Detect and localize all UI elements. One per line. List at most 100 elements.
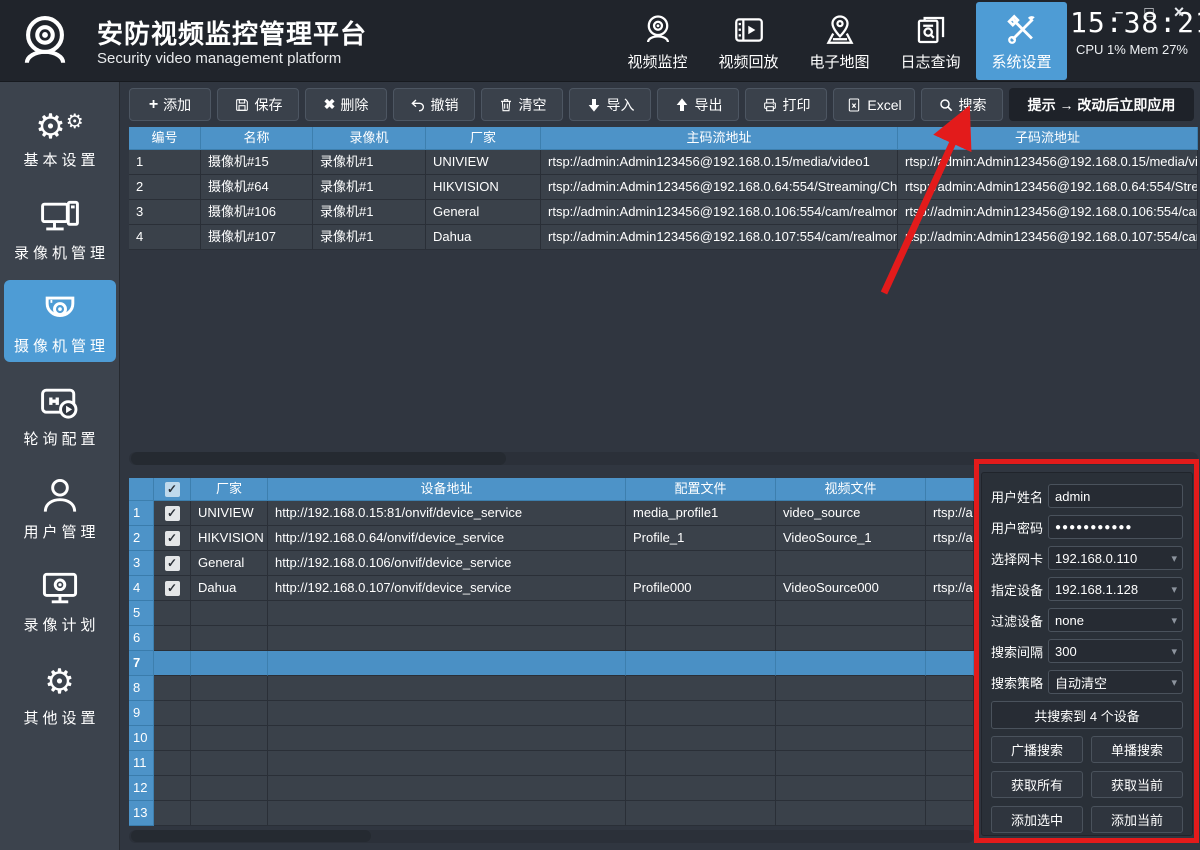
column-header: 设备地址 (268, 478, 626, 501)
field-select[interactable]: 192.168.1.128▾ (1048, 577, 1183, 601)
cell: VideoSource000 (776, 576, 926, 601)
close-button[interactable]: × (1164, 2, 1194, 22)
sidebar-item-label: 录像机管理 (10, 242, 109, 263)
toolbar-button-label: 删除 (340, 95, 368, 115)
toolbar-button-5[interactable]: 清空 (481, 88, 563, 121)
field-input[interactable]: admin (1048, 484, 1183, 508)
device-table-header: ✓厂家设备地址配置文件视频文件 (129, 478, 974, 501)
panel-button-row-2: 获取所有获取当前 (991, 771, 1183, 798)
chevron-down-icon: ▾ (1171, 614, 1177, 627)
table-row[interactable]: 2摄像机#64录像机#1HIKVISIONrtsp://admin:Admin1… (129, 175, 1198, 200)
cell: http://192.168.0.106/onvif/device_servic… (268, 551, 626, 576)
sidebar-item-4[interactable]: 轮询配置 (4, 373, 116, 455)
panel-button[interactable]: 添加选中 (991, 806, 1083, 833)
row-checkbox[interactable]: ✓ (165, 506, 180, 521)
table-row[interactable]: 3摄像机#106录像机#1Generalrtsp://admin:Admin12… (129, 200, 1198, 225)
camera-scrollbar-thumb[interactable] (131, 452, 506, 465)
cell (191, 801, 268, 826)
toolbar-button-7[interactable]: 导出 (657, 88, 739, 121)
device-table-row[interactable]: 8 (129, 676, 974, 701)
sidebar-item-3[interactable]: 摄像机管理 (4, 280, 116, 362)
dome-camera-icon (38, 288, 82, 332)
toolbar-button-10[interactable]: 搜索 (921, 88, 1003, 121)
titlebar: 安防视频监控管理平台 Security video management pla… (0, 0, 1200, 82)
toolbar-button-8[interactable]: 打印 (745, 88, 827, 121)
device-table-row[interactable]: 6 (129, 626, 974, 651)
field-value: 300 (1055, 644, 1077, 659)
minimize-button[interactable]: – (1104, 2, 1134, 22)
device-table-row[interactable]: 12 (129, 776, 974, 801)
sidebar-item-1[interactable]: ⚙⚙基本设置 (4, 94, 116, 176)
chevron-down-icon: ▾ (1171, 552, 1177, 565)
device-table-row[interactable]: 3✓Generalhttp://192.168.0.106/onvif/devi… (129, 551, 974, 576)
excel-icon (846, 97, 862, 113)
device-scrollbar-thumb[interactable] (131, 830, 371, 842)
sidebar-item-5[interactable]: 用户管理 (4, 466, 116, 548)
checkbox-cell (154, 676, 191, 701)
panel-button[interactable]: 单播搜索 (1091, 736, 1183, 763)
webcam-icon (638, 11, 678, 49)
cell (191, 676, 268, 701)
row-checkbox[interactable]: ✓ (165, 531, 180, 546)
cell: rtsp://a (926, 576, 974, 601)
panel-button[interactable]: 添加当前 (1091, 806, 1183, 833)
device-table-row[interactable]: 2✓HIKVISIONhttp://192.168.0.64/onvif/dev… (129, 526, 974, 551)
cell: http://192.168.0.15:81/onvif/device_serv… (268, 501, 626, 526)
column-header: 子码流地址 (898, 127, 1198, 150)
nav-item-1[interactable]: 视频监控 (612, 2, 703, 80)
nav-item-3[interactable]: 电子地图 (794, 2, 885, 80)
device-table-row[interactable]: 1✓UNIVIEWhttp://192.168.0.15:81/onvif/de… (129, 501, 974, 526)
sidebar-item-2[interactable]: 录像机管理 (4, 187, 116, 269)
device-table-row[interactable]: 11 (129, 751, 974, 776)
cell (191, 626, 268, 651)
sidebar-item-6[interactable]: 录像计划 (4, 559, 116, 641)
row-number: 8 (129, 676, 154, 701)
checkbox-cell (154, 801, 191, 826)
cell (776, 651, 926, 676)
field-select[interactable]: 192.168.0.110▾ (1048, 546, 1183, 570)
panel-button[interactable]: 获取当前 (1091, 771, 1183, 798)
cell: 摄像机#106 (201, 200, 313, 225)
device-table-row[interactable]: 9 (129, 701, 974, 726)
toolbar-button-4[interactable]: 撤销 (393, 88, 475, 121)
device-table-row[interactable]: 13 (129, 801, 974, 826)
row-checkbox[interactable]: ✓ (165, 581, 180, 596)
field-select[interactable]: none▾ (1048, 608, 1183, 632)
user-icon (38, 474, 82, 518)
toolbar-button-label: 搜索 (959, 95, 987, 115)
column-header: 录像机 (313, 127, 426, 150)
row-number: 4 (129, 576, 154, 601)
device-table-row[interactable]: 5 (129, 601, 974, 626)
field-select[interactable]: 300▾ (1048, 639, 1183, 663)
header-checkbox[interactable]: ✓ (165, 482, 180, 497)
cell (926, 551, 974, 576)
panel-button[interactable]: 广播搜索 (991, 736, 1083, 763)
toolbar-button-9[interactable]: Excel (833, 88, 915, 121)
table-row[interactable]: 4摄像机#107录像机#1Dahuartsp://admin:Admin1234… (129, 225, 1198, 250)
cell: VideoSource_1 (776, 526, 926, 551)
row-checkbox[interactable]: ✓ (165, 556, 180, 571)
device-table-row[interactable]: 7 (129, 651, 974, 676)
row-number: 12 (129, 776, 154, 801)
nav-item-4[interactable]: 日志查询 (885, 2, 976, 80)
toolbar-button-3[interactable]: ✖删除 (305, 88, 387, 121)
toolbar-button-2[interactable]: 保存 (217, 88, 299, 121)
device-table-row[interactable]: 10 (129, 726, 974, 751)
toolbar-button-1[interactable]: +添加 (129, 88, 211, 121)
panel-button-row-3: 添加选中添加当前 (991, 806, 1183, 833)
row-number: 11 (129, 751, 154, 776)
toolbar-button-6[interactable]: 导入 (569, 88, 651, 121)
maximize-button[interactable]: □ (1134, 2, 1164, 22)
device-table-row[interactable]: 4✓Dahuahttp://192.168.0.107/onvif/device… (129, 576, 974, 601)
field-select[interactable]: 自动清空▾ (1048, 670, 1183, 694)
device-table-hscrollbar[interactable] (129, 830, 974, 843)
nav-item-2[interactable]: 视频回放 (703, 2, 794, 80)
nav-item-5[interactable]: 系统设置 (976, 2, 1067, 80)
field-label: 搜索策略 (991, 673, 1048, 692)
sidebar-item-7[interactable]: ⚙其他设置 (4, 652, 116, 734)
field-input[interactable]: ●●●●●●●●●●● (1048, 515, 1183, 539)
checkbox-cell (154, 776, 191, 801)
panel-button[interactable]: 获取所有 (991, 771, 1083, 798)
camera-table-hscrollbar[interactable] (129, 452, 1198, 465)
table-row[interactable]: 1摄像机#15录像机#1UNIVIEWrtsp://admin:Admin123… (129, 150, 1198, 175)
